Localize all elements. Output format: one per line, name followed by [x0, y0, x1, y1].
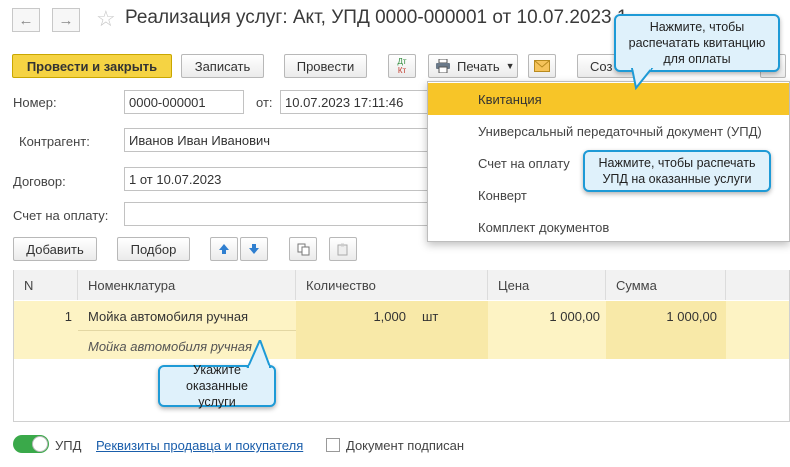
- move-up-button[interactable]: [210, 237, 238, 261]
- row-item-content[interactable]: Мойка автомобиля ручная: [88, 333, 252, 359]
- column-price[interactable]: Цена: [488, 270, 606, 300]
- print-button[interactable]: Печать ▼: [428, 54, 518, 78]
- forward-button[interactable]: →: [52, 8, 80, 32]
- save-button[interactable]: Записать: [181, 54, 264, 78]
- copy-button[interactable]: [289, 237, 317, 261]
- upd-toggle-label: УПД: [55, 438, 82, 453]
- row-unit[interactable]: шт: [422, 303, 438, 329]
- dt-kt-button[interactable]: Дт Кт: [388, 54, 416, 78]
- pick-button[interactable]: Подбор: [117, 237, 190, 261]
- print-button-label: Печать: [457, 58, 500, 74]
- signed-checkbox[interactable]: [326, 438, 340, 452]
- date-field[interactable]: 10.07.2023 17:11:46: [280, 90, 430, 114]
- counterparty-label: Контрагент:: [19, 134, 90, 149]
- menu-item-document-set[interactable]: Комплект документов: [428, 211, 789, 243]
- dt-kt-icon-top: Дт: [397, 57, 407, 66]
- callout-print-upd: Нажмите, чтобы распечать УПД на оказанны…: [583, 150, 771, 192]
- row-item[interactable]: Мойка автомобиля ручная: [88, 303, 248, 329]
- move-down-button[interactable]: [240, 237, 268, 261]
- row-quantity[interactable]: 1,000: [296, 303, 406, 329]
- arrow-right-icon: →: [58, 11, 74, 29]
- column-extra: [726, 270, 789, 300]
- requisites-link[interactable]: Реквизиты продавца и покупателя: [96, 438, 303, 453]
- callout-specify-services: Укажите оказанные услуги: [158, 363, 276, 409]
- counterparty-field[interactable]: Иванов Иван Иванович: [124, 128, 434, 152]
- callout-pointer: [630, 68, 654, 90]
- back-button[interactable]: ←: [12, 8, 40, 32]
- column-quantity[interactable]: Количество: [296, 270, 488, 300]
- chevron-down-icon: ▼: [505, 61, 515, 71]
- callout-pointer: [246, 340, 272, 368]
- number-label: Номер:: [13, 95, 57, 110]
- envelope-icon: [534, 60, 550, 72]
- number-field[interactable]: 0000-000001: [124, 90, 244, 114]
- callout-print-receipt: Нажмите, чтобы распечатать квитанцию для…: [614, 14, 780, 72]
- row-price[interactable]: 1 000,00: [488, 303, 600, 329]
- contract-field[interactable]: 1 от 10.07.2023: [124, 167, 434, 191]
- page-title: Реализация услуг: Акт, УПД 0000-000001 о…: [125, 7, 625, 28]
- post-button[interactable]: Провести: [284, 54, 367, 78]
- printer-icon: [436, 59, 450, 73]
- invoice-label: Счет на оплату:: [13, 208, 109, 223]
- toggle-knob: [32, 436, 48, 452]
- menu-item-receipt[interactable]: Квитанция: [428, 83, 789, 115]
- arrow-left-icon: ←: [18, 11, 34, 29]
- column-sum[interactable]: Сумма: [606, 270, 726, 300]
- signed-label: Документ подписан: [346, 438, 465, 453]
- email-button[interactable]: [528, 54, 556, 78]
- menu-item-upd[interactable]: Универсальный передаточный документ (УПД…: [428, 115, 789, 147]
- column-n[interactable]: N: [14, 270, 78, 300]
- add-button[interactable]: Добавить: [13, 237, 97, 261]
- arrow-up-icon: [219, 244, 229, 254]
- date-label: от:: [256, 95, 273, 110]
- copy-icon: [297, 243, 309, 255]
- dt-kt-icon-bottom: Кт: [397, 66, 407, 75]
- paste-button[interactable]: [329, 237, 357, 261]
- invoice-field[interactable]: [124, 202, 434, 226]
- date-value: 10.07.2023 17:11:46: [285, 94, 404, 110]
- arrow-down-icon: [249, 244, 259, 254]
- upd-toggle[interactable]: [13, 435, 49, 453]
- star-icon[interactable]: ☆: [96, 6, 116, 32]
- row-number: 1: [64, 308, 72, 324]
- paste-icon: [337, 243, 347, 255]
- row-divider: [78, 330, 296, 331]
- post-and-close-button[interactable]: Провести и закрыть: [12, 54, 172, 78]
- row-sum[interactable]: 1 000,00: [606, 303, 717, 329]
- contract-label: Договор:: [13, 174, 66, 189]
- column-item[interactable]: Номенклатура: [78, 270, 296, 300]
